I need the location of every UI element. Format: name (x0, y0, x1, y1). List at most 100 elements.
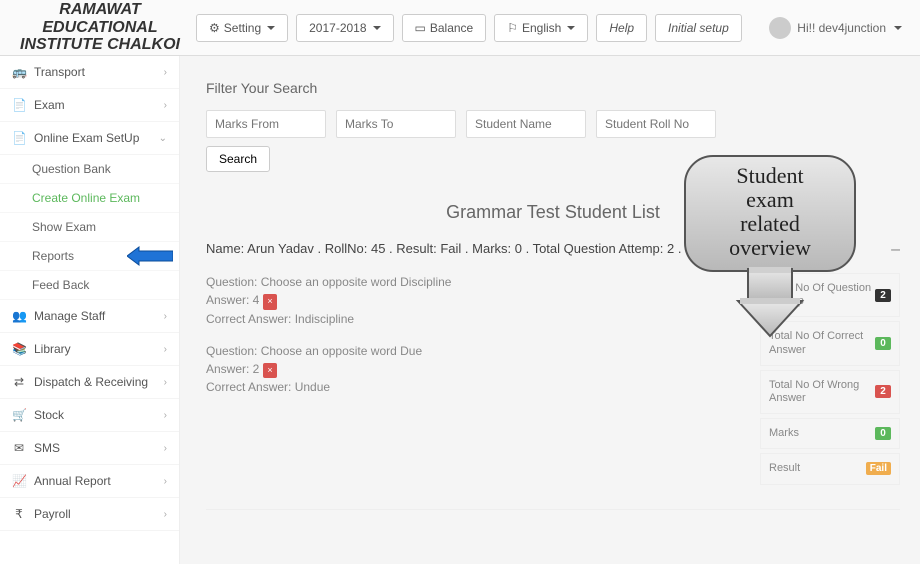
student-summary-text: Name: Arun Yadav . RollNo: 45 . Result: … (206, 241, 786, 259)
stat-result: Result Fail (760, 453, 900, 484)
stat-wrong: Total No Of Wrong Answer 2 (760, 370, 900, 414)
card-icon: ▭ (415, 21, 426, 35)
correct-answer: Correct Answer: Indiscipline (206, 310, 746, 328)
bus-icon: 🚌 (12, 65, 26, 79)
answer-line: Answer: 2× (206, 360, 746, 379)
search-button[interactable]: Search (206, 146, 270, 172)
stat-value: Fail (866, 462, 891, 475)
gear-icon: ⚙ (209, 21, 220, 35)
sidebar-item-dispatch[interactable]: ⇄Dispatch & Receiving › (0, 366, 179, 399)
sidebar: 🚌Transport › 📄Exam › 📄Online Exam SetUp … (0, 56, 180, 564)
filter-row (206, 110, 900, 138)
globe-icon: ⚐ (507, 21, 518, 35)
list-title: Grammar Test Student List (206, 202, 900, 223)
toolbar: ⚙ Setting 2017-2018 ▭ Balance ⚐ English … (196, 14, 742, 42)
sidebar-sub-create-online-exam[interactable]: Create Online Exam (0, 184, 179, 213)
filter-title: Filter Your Search (206, 80, 900, 96)
sidebar-item-manage-staff[interactable]: 👥Manage Staff › (0, 300, 179, 333)
sidebar-sub-feedback[interactable]: Feed Back (0, 271, 179, 300)
help-button[interactable]: Help (596, 14, 647, 42)
correct-answer: Correct Answer: Undue (206, 378, 746, 396)
stat-value: 0 (875, 427, 891, 440)
chevron-right-icon: › (164, 377, 167, 388)
student-summary-row[interactable]: Name: Arun Yadav . RollNo: 45 . Result: … (206, 241, 900, 259)
year-button[interactable]: 2017-2018 (296, 14, 393, 42)
sidebar-sub-show-exam[interactable]: Show Exam (0, 213, 179, 242)
year-label: 2017-2018 (309, 21, 366, 35)
chevron-right-icon: › (164, 410, 167, 421)
chevron-right-icon: › (164, 100, 167, 111)
initial-setup-label: Initial setup (668, 21, 729, 35)
chevron-right-icon: › (164, 67, 167, 78)
stat-value: 2 (875, 385, 891, 398)
collapse-toggle[interactable]: – (891, 241, 900, 259)
chevron-right-icon: › (164, 476, 167, 487)
question-list: Question: Choose an opposite word Discip… (206, 273, 746, 489)
avatar (769, 17, 791, 39)
callout-l1: Student (736, 163, 803, 188)
marks-to-input[interactable] (336, 110, 456, 138)
setting-label: Setting (224, 21, 261, 35)
question-block: Question: Choose an opposite word Discip… (206, 273, 746, 328)
help-label: Help (609, 21, 634, 35)
marks-from-input[interactable] (206, 110, 326, 138)
sidebar-item-transport[interactable]: 🚌Transport › (0, 56, 179, 89)
chevron-right-icon: › (164, 443, 167, 454)
sidebar-item-payroll[interactable]: ₹Payroll › (0, 498, 179, 531)
stat-value: 2 (875, 289, 891, 302)
exchange-icon: ⇄ (12, 375, 26, 389)
users-icon: 👥 (12, 309, 26, 323)
chevron-right-icon: › (164, 311, 167, 322)
balance-label: Balance (430, 21, 473, 35)
user-menu[interactable]: Hi!! dev4junction (769, 17, 902, 39)
caret-icon (373, 26, 381, 30)
rupee-icon: ₹ (12, 507, 26, 521)
question-text: Question: Choose an opposite word Discip… (206, 273, 746, 291)
book-icon: 📚 (12, 342, 26, 356)
chevron-down-icon: ⌄ (159, 133, 167, 144)
balance-button[interactable]: ▭ Balance (402, 14, 487, 42)
brand-line1: RAMAWAT EDUCATIONAL (10, 1, 190, 36)
brand: RAMAWAT EDUCATIONAL INSTITUTE CHALKOI (10, 1, 190, 54)
language-label: English (522, 21, 561, 35)
stat-value: 0 (875, 337, 891, 350)
cart-icon: 🛒 (12, 408, 26, 422)
sidebar-item-annual-report[interactable]: 📈Annual Report › (0, 465, 179, 498)
detail-panel: Question: Choose an opposite word Discip… (206, 273, 900, 489)
envelope-icon: ✉ (12, 441, 26, 455)
sidebar-sub-question-bank[interactable]: Question Bank (0, 155, 179, 184)
divider (206, 509, 900, 510)
wrong-badge-icon: × (263, 294, 276, 310)
student-roll-input[interactable] (596, 110, 716, 138)
setting-button[interactable]: ⚙ Setting (196, 14, 288, 42)
sidebar-item-online-exam[interactable]: 📄Online Exam SetUp ⌄ (0, 122, 179, 155)
user-greeting: Hi!! dev4junction (797, 21, 886, 35)
caret-icon (267, 26, 275, 30)
question-block: Question: Choose an opposite word Due An… (206, 342, 746, 397)
sidebar-item-library[interactable]: 📚Library › (0, 333, 179, 366)
doc-icon: 📄 (12, 98, 26, 112)
caret-icon (894, 26, 902, 30)
chevron-right-icon: › (164, 344, 167, 355)
language-button[interactable]: ⚐ English (494, 14, 588, 42)
answer-line: Answer: 4× (206, 291, 746, 310)
brand-line2: INSTITUTE CHALKOI (10, 36, 190, 54)
stats-panel: Total No Of Question Attemp 2 Total No O… (760, 273, 900, 489)
sidebar-item-exam[interactable]: 📄Exam › (0, 89, 179, 122)
content: Filter Your Search Search Grammar Test S… (180, 56, 920, 564)
doc-icon: 📄 (12, 131, 26, 145)
sidebar-sub-reports[interactable]: Reports (0, 242, 179, 271)
sidebar-item-stock[interactable]: 🛒Stock › (0, 399, 179, 432)
sidebar-item-sms[interactable]: ✉SMS › (0, 432, 179, 465)
question-text: Question: Choose an opposite word Due (206, 342, 746, 360)
arrow-left-callout-icon (127, 245, 173, 267)
initial-setup-button[interactable]: Initial setup (655, 14, 742, 42)
wrong-badge-icon: × (263, 363, 276, 379)
stat-correct: Total No Of Correct Answer 0 (760, 321, 900, 365)
chart-icon: 📈 (12, 474, 26, 488)
stat-attemp: Total No Of Question Attemp 2 (760, 273, 900, 317)
header: RAMAWAT EDUCATIONAL INSTITUTE CHALKOI ⚙ … (0, 0, 920, 56)
chevron-right-icon: › (164, 509, 167, 520)
student-name-input[interactable] (466, 110, 586, 138)
caret-icon (567, 26, 575, 30)
